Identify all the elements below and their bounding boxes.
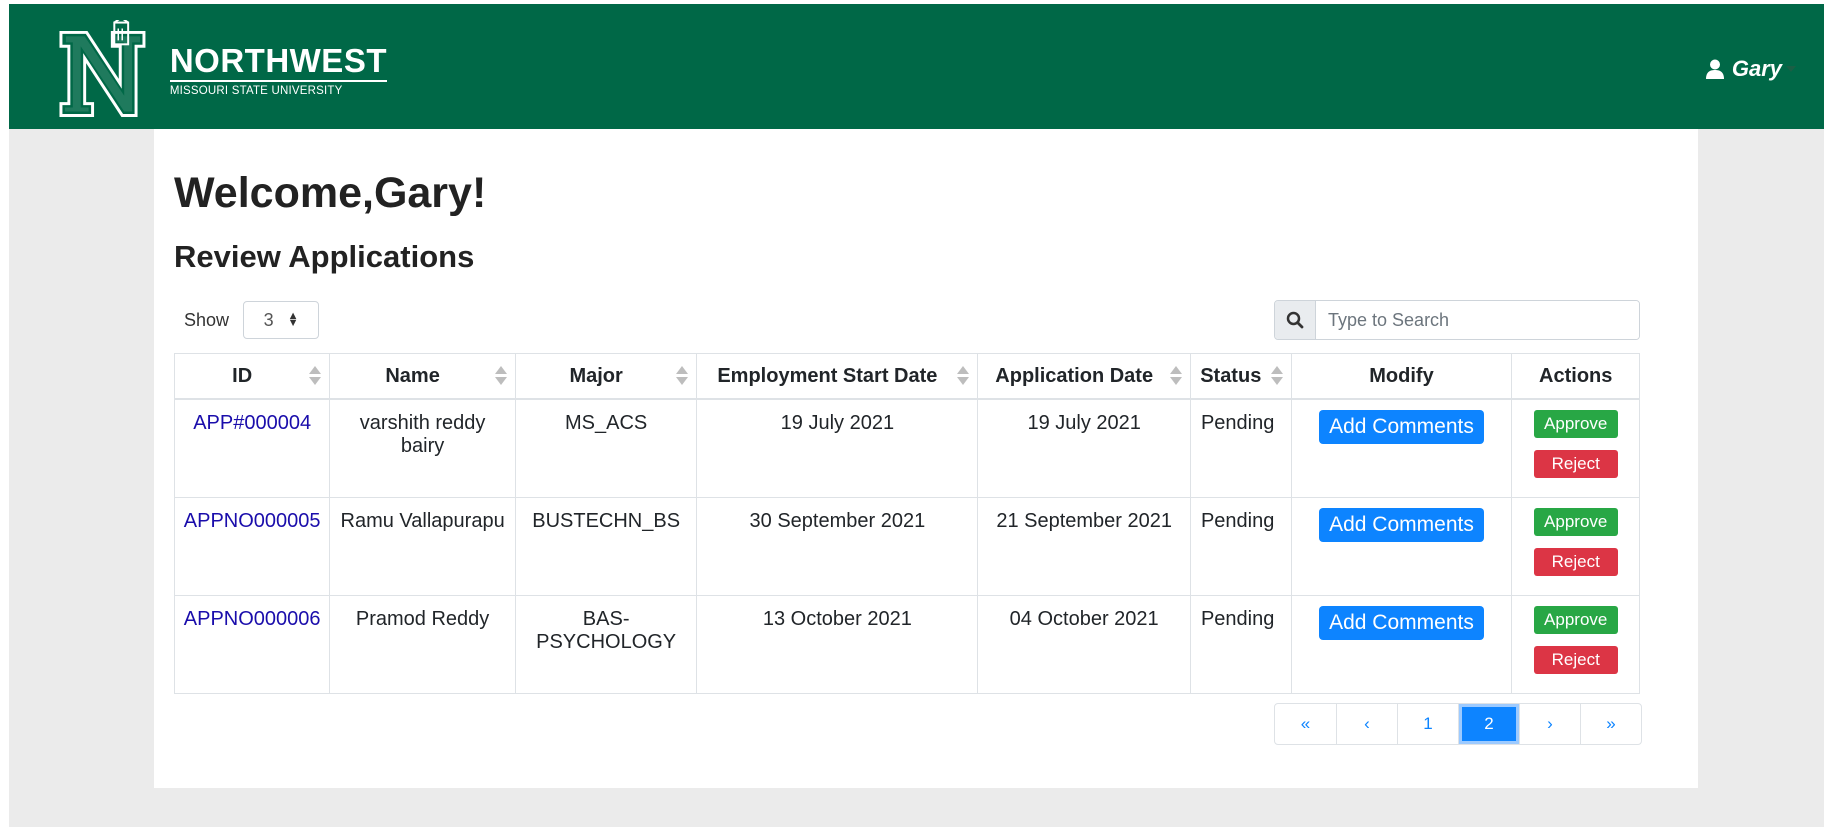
cell-application-date: 19 July 2021 <box>977 398 1191 498</box>
pagination-next-button[interactable]: › <box>1519 704 1580 744</box>
cell-status: Pending <box>1189 398 1292 498</box>
user-icon <box>1705 59 1724 79</box>
logo-wordmark: NORTHWEST MISSOURI STATE UNIVERSITY <box>169 43 387 97</box>
pagination-page-2-active[interactable]: 2 <box>1458 704 1519 744</box>
column-header-application-date[interactable]: Application Date <box>977 353 1191 400</box>
user-menu-dropdown[interactable]: Gary <box>1705 56 1796 82</box>
pagination-first-button[interactable]: « <box>1275 704 1336 744</box>
column-header-employment-start-date[interactable]: Employment Start Date <box>696 353 979 400</box>
cell-status: Pending <box>1189 594 1292 694</box>
column-header-major[interactable]: Major <box>514 353 698 400</box>
chevron-down-icon <box>1786 66 1796 72</box>
approve-button[interactable]: Approve <box>1533 605 1618 634</box>
cell-modify: Add Comments <box>1290 496 1513 596</box>
select-arrows-icon: ▲ ▼ <box>287 310 299 329</box>
sort-icon <box>494 366 507 388</box>
main-content: Welcome,Gary! Review Applications Show 3… <box>154 129 1698 788</box>
top-navbar: NORTHWEST MISSOURI STATE UNIVERSITY Gary <box>9 4 1824 129</box>
cell-name: Pramod Reddy <box>329 594 516 694</box>
page-size-control: Show 3 ▲ ▼ <box>184 301 320 339</box>
search-addon <box>1275 301 1316 339</box>
column-header-modify: Modify <box>1290 353 1513 400</box>
search-icon <box>1286 311 1304 329</box>
application-id-link[interactable]: APP#000004 <box>193 412 311 434</box>
cell-id: APPNO000006 <box>173 594 331 694</box>
column-header-actions: Actions <box>1511 353 1640 400</box>
show-label: Show <box>184 309 230 330</box>
column-header-id[interactable]: ID <box>173 353 331 400</box>
pagination-page-1[interactable]: 1 <box>1397 704 1458 744</box>
column-header-name[interactable]: Name <box>329 353 516 400</box>
cell-status: Pending <box>1189 496 1292 596</box>
add-comments-button[interactable]: Add Comments <box>1319 605 1484 640</box>
sort-icon <box>1169 366 1182 388</box>
northwest-n-logo-icon <box>59 20 146 117</box>
cell-start-date: 30 September 2021 <box>696 496 979 596</box>
table-header-row: ID Name Major Employment Start Date Appl… <box>173 353 1640 400</box>
pagination-last-button[interactable]: » <box>1580 704 1641 744</box>
page-title: Welcome,Gary! <box>174 169 487 217</box>
cell-id: APP#000004 <box>173 398 331 498</box>
page-size-select[interactable]: 3 ▲ ▼ <box>243 301 320 339</box>
university-logo[interactable]: NORTHWEST MISSOURI STATE UNIVERSITY <box>57 20 387 120</box>
cell-major: MS_ACS <box>514 398 698 498</box>
search-input[interactable] <box>1316 301 1639 339</box>
cell-actions: Approve Reject <box>1511 496 1640 596</box>
search-box <box>1274 300 1640 340</box>
cell-major: BAS-PSYCHOLOGY <box>514 594 698 694</box>
section-title: Review Applications <box>174 239 475 274</box>
cell-major: BUSTECHN_BS <box>514 496 698 596</box>
cell-actions: Approve Reject <box>1511 398 1640 498</box>
page-size-value: 3 <box>263 309 274 330</box>
add-comments-button[interactable]: Add Comments <box>1319 507 1484 542</box>
cell-id: APPNO000005 <box>173 496 331 596</box>
cell-modify: Add Comments <box>1290 594 1513 694</box>
cell-start-date: 13 October 2021 <box>696 594 979 694</box>
sort-icon <box>676 366 689 388</box>
pagination-prev-button[interactable]: ‹ <box>1336 704 1397 744</box>
cell-start-date: 19 July 2021 <box>696 398 979 498</box>
sort-icon <box>957 366 970 388</box>
table-row: APPNO000006 Pramod Reddy BAS-PSYCHOLOGY … <box>173 594 1640 694</box>
applications-table: ID Name Major Employment Start Date Appl… <box>173 353 1640 694</box>
cell-actions: Approve Reject <box>1511 594 1640 694</box>
cell-name: Ramu Vallapurapu <box>329 496 516 596</box>
application-id-link[interactable]: APPNO000006 <box>184 608 321 630</box>
application-id-link[interactable]: APPNO000005 <box>184 510 321 532</box>
cell-modify: Add Comments <box>1290 398 1513 498</box>
logo-subtitle: MISSOURI STATE UNIVERSITY <box>169 84 343 97</box>
reject-button[interactable]: Reject <box>1533 645 1618 674</box>
approve-button[interactable]: Approve <box>1533 410 1618 438</box>
cell-application-date: 04 October 2021 <box>977 594 1191 694</box>
column-header-status[interactable]: Status <box>1189 353 1292 400</box>
user-name: Gary <box>1731 56 1782 81</box>
cell-application-date: 21 September 2021 <box>977 496 1191 596</box>
sort-icon <box>309 366 322 388</box>
logo-name: NORTHWEST <box>169 43 387 82</box>
reject-button[interactable]: Reject <box>1533 450 1618 478</box>
pagination: « ‹ 1 2 › » <box>1274 703 1642 745</box>
table-row: APPNO000005 Ramu Vallapurapu BUSTECHN_BS… <box>173 496 1640 596</box>
add-comments-button[interactable]: Add Comments <box>1319 410 1484 444</box>
table-row: APP#000004 varshith reddy bairy MS_ACS 1… <box>173 398 1640 498</box>
approve-button[interactable]: Approve <box>1533 507 1618 536</box>
sort-icon <box>1270 366 1283 388</box>
reject-button[interactable]: Reject <box>1533 547 1618 576</box>
cell-name: varshith reddy bairy <box>329 398 516 498</box>
